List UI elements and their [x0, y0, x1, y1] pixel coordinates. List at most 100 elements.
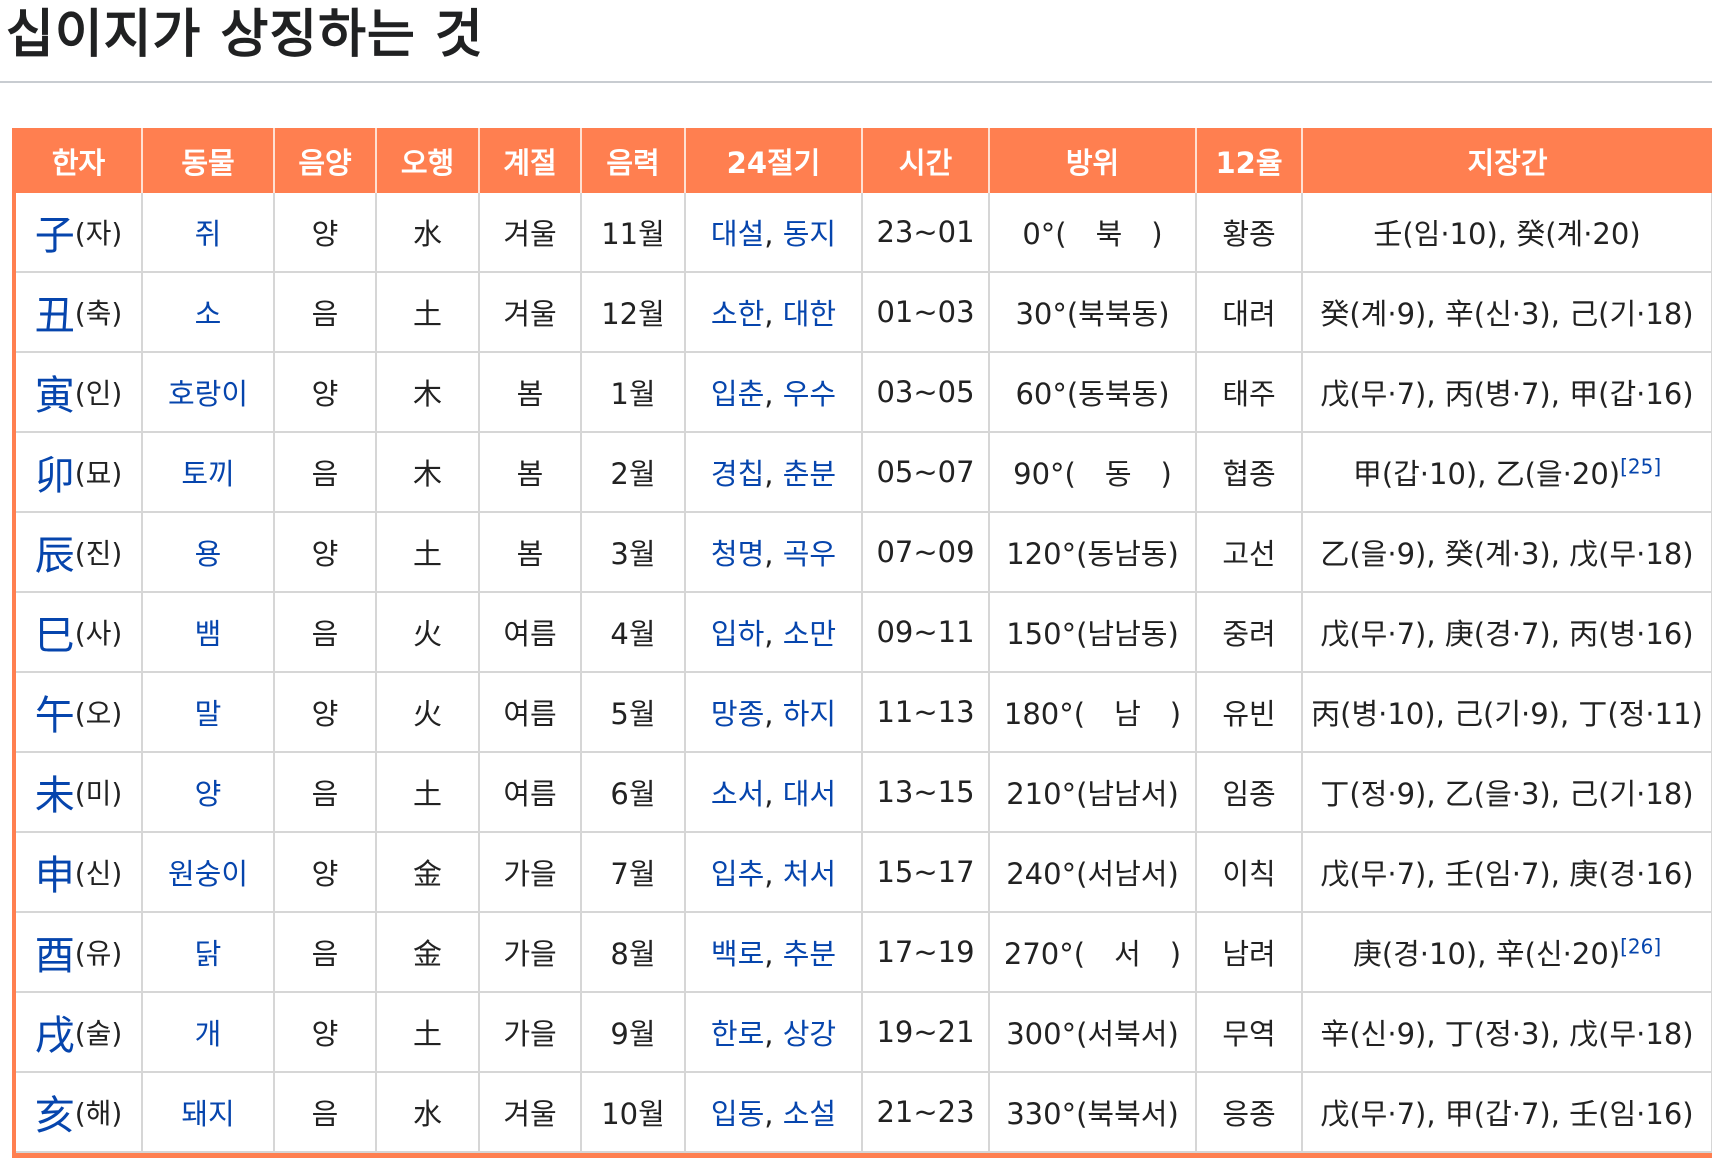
- yul-cell: 황종: [1196, 193, 1303, 273]
- solar-term-link[interactable]: 곡우: [783, 537, 836, 571]
- lunar-month-cell: 7월: [581, 832, 686, 913]
- time-cell: 05~07: [862, 432, 990, 513]
- solar-term-link[interactable]: 한로: [711, 1017, 764, 1051]
- solar-term-link[interactable]: 춘분: [783, 457, 836, 491]
- solar-term-link[interactable]: 대서: [783, 777, 836, 811]
- hanja-reading: (미): [74, 777, 123, 810]
- solar-term-link[interactable]: 소설: [783, 1097, 836, 1131]
- time-cell: 09~11: [862, 592, 990, 673]
- animal-link[interactable]: 호랑이: [168, 377, 248, 411]
- solar-term-link[interactable]: 소한: [711, 297, 764, 331]
- yinyang-cell: 음: [274, 1072, 377, 1153]
- column-header: 24절기: [684, 128, 862, 193]
- lunar-month-cell: 12월: [581, 272, 686, 353]
- hanja-link[interactable]: 亥: [35, 1093, 75, 1139]
- hanja-cell: 戌(술): [16, 992, 143, 1073]
- solar-term-link[interactable]: 우수: [783, 377, 836, 411]
- hanja-link[interactable]: 寅: [35, 373, 75, 419]
- animal-link[interactable]: 돼지: [181, 1097, 234, 1131]
- animal-link[interactable]: 말: [195, 697, 222, 731]
- table-row: 酉(유) 닭 음 金 가을 8월 백로, 추분 17~19 270°( 서 ) 남려 庚(경·10)…: [16, 912, 1712, 993]
- jijanggan-text: 丁(정·9), 乙(을·3), 己(기·18): [1320, 777, 1694, 811]
- hanja-link[interactable]: 未: [35, 773, 75, 819]
- hanja-cell: 寅(인): [16, 352, 143, 433]
- solar-term-link[interactable]: 청명: [711, 537, 764, 571]
- jijanggan-cell: 甲(갑·10), 乙(을·20)[25]: [1302, 432, 1712, 513]
- direction-cell: 120°(동남동): [989, 512, 1197, 593]
- hanja-link[interactable]: 辰: [35, 533, 75, 579]
- yinyang-cell: 양: [274, 992, 377, 1073]
- yul-cell: 태주: [1196, 352, 1303, 433]
- solar-term-link[interactable]: 처서: [783, 857, 836, 891]
- hanja-link[interactable]: 戌: [35, 1013, 75, 1059]
- solar-term-link[interactable]: 소서: [711, 777, 764, 811]
- jijanggan-cell: 辛(신·9), 丁(정·3), 戊(무·18): [1302, 992, 1712, 1073]
- hanja-link[interactable]: 午: [35, 693, 75, 739]
- animal-cell: 뱀: [142, 592, 275, 673]
- hanja-link[interactable]: 子: [35, 213, 75, 259]
- element-cell: 木: [376, 432, 480, 513]
- solar-term-link[interactable]: 동지: [783, 217, 836, 251]
- hanja-cell: 申(신): [16, 832, 143, 913]
- solar-term-link[interactable]: 입추: [711, 857, 764, 891]
- jijanggan-cell: 丙(병·10), 己(기·9), 丁(정·11): [1302, 672, 1712, 753]
- element-cell: 水: [376, 193, 480, 273]
- season-cell: 겨울: [479, 193, 582, 273]
- animal-link[interactable]: 용: [195, 537, 222, 571]
- hanja-link[interactable]: 巳: [35, 613, 75, 659]
- solar-term-link[interactable]: 상강: [783, 1017, 836, 1051]
- solar-term-link[interactable]: 망종: [711, 697, 764, 731]
- solar-term-link[interactable]: 입하: [711, 617, 764, 651]
- element-cell: 水: [376, 1072, 480, 1153]
- animal-cell: 토끼: [142, 432, 275, 513]
- animal-link[interactable]: 양: [195, 777, 222, 811]
- time-cell: 07~09: [862, 512, 990, 593]
- animal-link[interactable]: 쥐: [195, 217, 222, 251]
- hanja-reading: (자): [74, 217, 123, 250]
- direction-cell: 240°(서남서): [989, 832, 1197, 913]
- solar-term-link[interactable]: 백로: [711, 937, 764, 971]
- animal-link[interactable]: 원숭이: [168, 857, 248, 891]
- yul-cell: 응종: [1196, 1072, 1303, 1153]
- animal-link[interactable]: 개: [195, 1017, 222, 1051]
- solar-term-link[interactable]: 소만: [783, 617, 836, 651]
- jijanggan-cell: 戊(무·7), 庚(경·7), 丙(병·16): [1302, 592, 1712, 673]
- solar-term-link[interactable]: 대한: [783, 297, 836, 331]
- solar-term-link[interactable]: 입춘: [711, 377, 764, 411]
- lunar-month-cell: 8월: [581, 912, 686, 993]
- yinyang-cell: 양: [274, 672, 377, 753]
- animal-link[interactable]: 뱀: [195, 617, 222, 651]
- table-row: 戌(술) 개 양 土 가을 9월 한로, 상강 19~21 300°(서북서) 무역 辛(신·9),…: [16, 992, 1712, 1073]
- jijanggan-text: 庚(경·10), 辛(신·20): [1352, 937, 1621, 971]
- season-cell: 겨울: [479, 1072, 582, 1153]
- solar-term-link[interactable]: 경칩: [711, 457, 764, 491]
- hanja-link[interactable]: 申: [35, 853, 75, 899]
- solar-term-cell: 입추, 처서: [685, 832, 863, 913]
- footnote-ref-link[interactable]: [25]: [1620, 454, 1661, 478]
- element-cell: 土: [376, 272, 480, 353]
- hanja-link[interactable]: 卯: [35, 453, 75, 499]
- solar-term-link[interactable]: 대설: [711, 217, 764, 251]
- yul-cell: 협종: [1196, 432, 1303, 513]
- solar-term-link[interactable]: 입동: [711, 1097, 764, 1131]
- solar-term-separator: ,: [764, 1097, 783, 1131]
- solar-term-cell: 입춘, 우수: [685, 352, 863, 433]
- hanja-reading: (인): [74, 377, 123, 410]
- solar-term-cell: 백로, 추분: [685, 912, 863, 993]
- table-row: 寅(인) 호랑이 양 木 봄 1월 입춘, 우수 03~05 60°(동북동) 태주 戊(무·7),…: [16, 352, 1712, 433]
- animal-link[interactable]: 토끼: [181, 457, 234, 491]
- season-cell: 봄: [479, 512, 582, 593]
- hanja-link[interactable]: 丑: [35, 293, 75, 339]
- footnote-ref-link[interactable]: [26]: [1620, 934, 1661, 958]
- solar-term-link[interactable]: 추분: [783, 937, 836, 971]
- hanja-link[interactable]: 酉: [35, 933, 75, 979]
- jijanggan-text: 戊(무·7), 甲(갑·7), 壬(임·16): [1320, 1097, 1694, 1131]
- hanja-reading: (진): [74, 537, 123, 570]
- animal-link[interactable]: 닭: [195, 937, 222, 971]
- solar-term-separator: ,: [764, 617, 783, 651]
- solar-term-link[interactable]: 하지: [783, 697, 836, 731]
- lunar-month-cell: 6월: [581, 752, 686, 833]
- hanja-cell: 卯(묘): [16, 432, 143, 513]
- solar-term-cell: 경칩, 춘분: [685, 432, 863, 513]
- animal-link[interactable]: 소: [195, 297, 222, 331]
